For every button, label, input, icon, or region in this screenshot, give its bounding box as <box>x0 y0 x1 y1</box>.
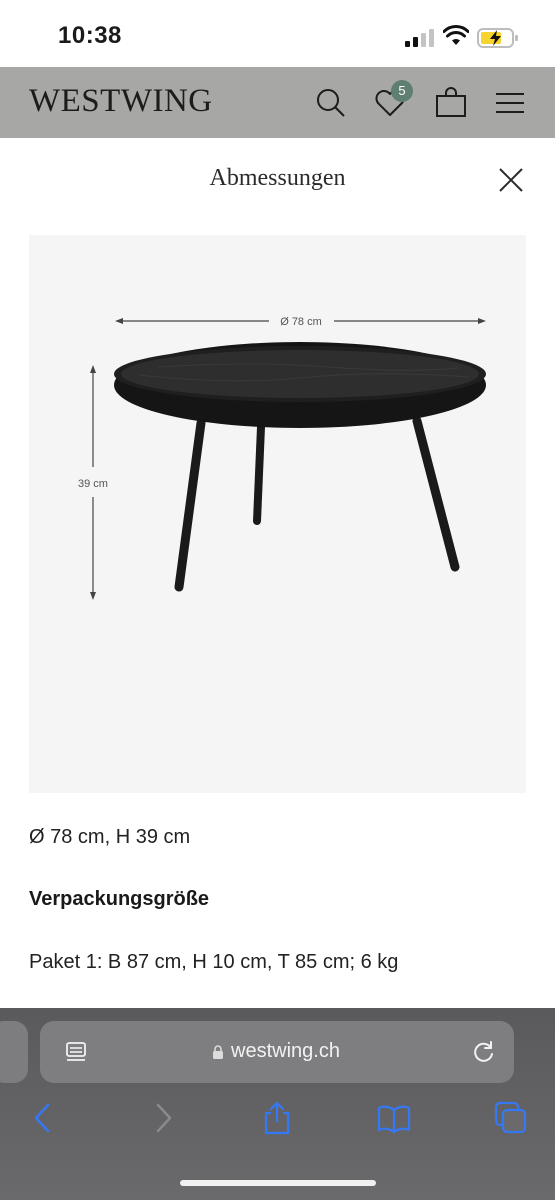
wifi-icon <box>443 25 469 45</box>
product-dimension-image: Ø 78 cm 39 cm <box>29 235 526 793</box>
wishlist-count-badge: 5 <box>391 80 413 102</box>
search-icon[interactable] <box>314 86 348 120</box>
tabs-icon[interactable] <box>494 1101 528 1135</box>
previous-tab-preview[interactable] <box>0 1021 28 1083</box>
forward-icon[interactable] <box>146 1101 180 1135</box>
brand-logo[interactable]: WESTWING <box>29 83 213 120</box>
battery-charging-icon <box>477 28 518 48</box>
package-info-text: Paket 1: B 87 cm, H 10 cm, T 85 cm; 6 kg <box>29 951 399 973</box>
browser-toolbar: westwing.ch <box>0 1008 555 1200</box>
status-bar: 10:38 <box>0 0 555 67</box>
diameter-label: Ø 78 cm <box>280 316 322 328</box>
status-time: 10:38 <box>58 22 122 49</box>
home-indicator <box>180 1180 376 1186</box>
url-text[interactable]: westwing.ch <box>231 1040 340 1063</box>
height-label: 39 cm <box>78 478 108 490</box>
bag-icon[interactable] <box>434 86 468 120</box>
modal-title: Abmessungen <box>209 165 346 191</box>
address-bar[interactable]: westwing.ch <box>40 1021 514 1083</box>
package-size-heading: Verpackungsgröße <box>29 888 210 910</box>
bookmarks-icon[interactable] <box>377 1101 411 1135</box>
share-icon[interactable] <box>260 1101 294 1135</box>
dimensions-text: Ø 78 cm, H 39 cm <box>29 826 191 848</box>
menu-icon[interactable] <box>493 86 527 120</box>
back-icon[interactable] <box>26 1101 60 1135</box>
lock-icon <box>213 1045 223 1059</box>
site-header: WESTWING <box>0 67 555 138</box>
close-icon[interactable] <box>497 166 525 194</box>
reader-view-icon[interactable] <box>64 1040 88 1064</box>
coffee-table-drawing <box>114 342 486 592</box>
signal-icon <box>405 29 434 47</box>
reload-icon[interactable] <box>471 1039 497 1065</box>
